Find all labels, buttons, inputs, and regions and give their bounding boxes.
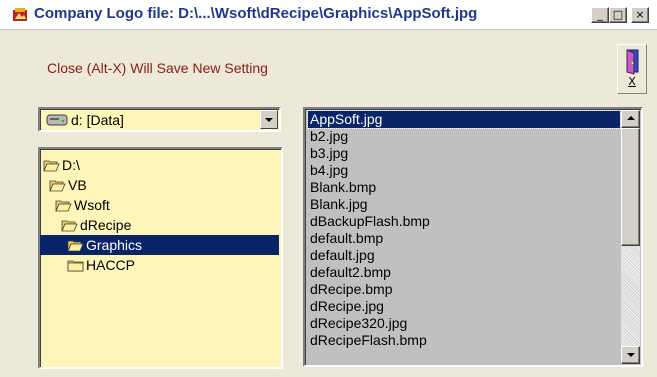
close-button[interactable]: × xyxy=(631,7,649,23)
directory-item-vb[interactable]: VB xyxy=(49,175,87,195)
directory-item-graphics[interactable]: Graphics xyxy=(40,235,279,255)
exit-button[interactable]: X xyxy=(617,44,647,94)
directory-item-wsoft[interactable]: Wsoft xyxy=(55,195,110,215)
directory-item-drecipe[interactable]: dRecipe xyxy=(61,215,131,235)
file-item[interactable]: dRecipe.jpg xyxy=(308,298,620,315)
arrow-down-icon xyxy=(627,353,635,357)
folder-open-icon xyxy=(43,160,60,171)
scroll-thumb[interactable] xyxy=(621,128,640,246)
file-item[interactable]: default.bmp xyxy=(308,230,620,247)
arrow-up-icon xyxy=(627,116,635,120)
file-list[interactable]: AppSoft.jpg b2.jpg b3.jpg b4.jpg Blank.b… xyxy=(303,107,643,367)
maximize-button[interactable]: □ xyxy=(609,7,627,23)
directory-label: Graphics xyxy=(86,237,143,253)
folder-open-icon xyxy=(61,220,78,231)
file-item[interactable]: AppSoft.jpg xyxy=(307,110,621,129)
title-bar[interactable]: Company Logo file: D:\...\Wsoft\dRecipe\… xyxy=(0,0,657,30)
window-title: Company Logo file: D:\...\Wsoft\dRecipe\… xyxy=(34,5,478,22)
file-item[interactable]: dRecipeFlash.bmp xyxy=(308,332,620,349)
drive-icon xyxy=(46,113,68,132)
file-item[interactable]: dBackupFlash.bmp xyxy=(308,213,620,230)
scroll-down-button[interactable] xyxy=(621,346,640,364)
save-hint-text: Close (Alt-X) Will Save New Setting xyxy=(47,60,268,76)
file-item[interactable]: dRecipe320.jpg xyxy=(308,315,620,332)
folder-open-icon xyxy=(49,180,66,191)
file-item[interactable]: default.jpg xyxy=(308,247,620,264)
directory-label: VB xyxy=(68,177,87,193)
file-item[interactable]: dRecipe.bmp xyxy=(308,281,620,298)
folder-open-icon xyxy=(55,200,72,211)
file-list-scrollbar[interactable] xyxy=(621,110,640,364)
drive-selected-value: d: [Data] xyxy=(71,112,124,128)
minimize-button[interactable]: _ xyxy=(591,7,609,23)
folder-open-icon xyxy=(67,240,84,251)
file-item[interactable]: b2.jpg xyxy=(308,128,620,145)
file-item[interactable]: default2.bmp xyxy=(308,264,620,281)
logo-file-dialog: Company Logo file: D:\...\Wsoft\dRecipe\… xyxy=(0,0,657,377)
folder-closed-icon xyxy=(67,260,84,271)
directory-label: D:\ xyxy=(62,157,80,173)
directory-item-root[interactable]: D:\ xyxy=(43,155,80,175)
drive-dropdown-button[interactable] xyxy=(260,110,278,129)
file-item[interactable]: b4.jpg xyxy=(308,162,620,179)
file-item[interactable]: Blank.jpg xyxy=(308,196,620,213)
chevron-down-icon xyxy=(265,118,273,122)
app-icon xyxy=(12,7,28,23)
directory-list[interactable]: D:\ VB Wsoft dRecipe Graphics HACCP xyxy=(38,147,283,369)
directory-label: Wsoft xyxy=(74,197,110,213)
directory-label: dRecipe xyxy=(80,217,132,233)
directory-item-haccp[interactable]: HACCP xyxy=(67,255,135,275)
drive-select[interactable]: d: [Data] xyxy=(38,107,281,132)
scroll-up-button[interactable] xyxy=(621,110,640,128)
directory-label: HACCP xyxy=(86,257,136,273)
exit-shortcut-label: X xyxy=(628,75,636,88)
file-item[interactable]: b3.jpg xyxy=(308,145,620,162)
file-item[interactable]: Blank.bmp xyxy=(308,179,620,196)
